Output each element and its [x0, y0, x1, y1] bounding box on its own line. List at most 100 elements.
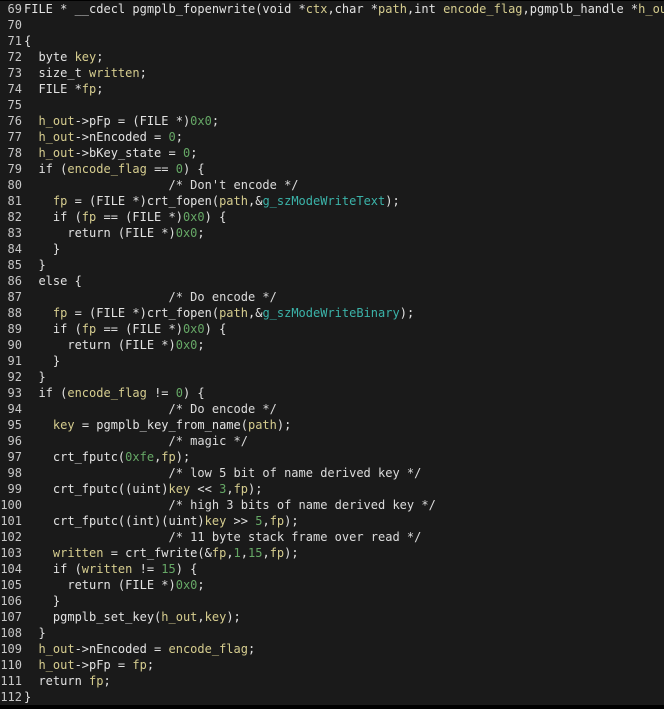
code-token-variable[interactable]: written	[53, 546, 104, 560]
code-token-number[interactable]: 0x0	[183, 322, 205, 336]
line-code[interactable]: }	[22, 625, 45, 641]
code-line[interactable]: 100 /* high 3 bits of name derived key *…	[0, 497, 664, 513]
code-token-plain[interactable]: ) {	[183, 162, 205, 176]
code-token-variable[interactable]: h_out	[38, 658, 74, 672]
code-token-plain[interactable]: );	[248, 482, 262, 496]
code-token-plain[interactable]: ) {	[205, 210, 227, 224]
code-token-plain[interactable]: return (FILE *)	[24, 338, 175, 352]
line-code[interactable]: return (FILE *)0x0;	[22, 225, 204, 241]
code-token-variable[interactable]: ctx	[306, 2, 328, 16]
code-token-plain[interactable]	[24, 546, 53, 560]
code-token-plain[interactable]: );	[226, 610, 240, 624]
code-token-plain[interactable]	[24, 130, 38, 144]
code-token-plain[interactable]: ->nEncoded =	[75, 130, 169, 144]
code-token-plain[interactable]	[24, 658, 38, 672]
code-token-variable[interactable]: h_out	[638, 2, 664, 16]
code-line[interactable]: 91 }	[0, 353, 664, 369]
code-token-plain[interactable]: pgmplb_set_key(	[24, 610, 161, 624]
code-token-plain[interactable]: ;	[103, 674, 110, 688]
code-token-plain[interactable]: return (FILE *)	[24, 226, 175, 240]
code-token-plain[interactable]: return (FILE *)	[24, 578, 175, 592]
code-token-plain[interactable]: ,pgmplb_handle *	[523, 2, 639, 16]
line-code[interactable]: }	[22, 353, 60, 369]
code-line[interactable]: 78 h_out->bKey_state = 0;	[0, 145, 664, 161]
line-code[interactable]: }	[22, 369, 45, 385]
code-token-variable[interactable]: written	[82, 562, 133, 576]
code-line[interactable]: 94 /* Do encode */	[0, 401, 664, 417]
code-line[interactable]: 93 if (encode_flag != 0) {	[0, 385, 664, 401]
code-token-comment[interactable]: /* 11 byte stack frame over read */	[24, 530, 421, 544]
code-token-comment[interactable]: /* low 5 bit of name derived key */	[24, 466, 421, 480]
line-code[interactable]: h_out->pFp = fp;	[22, 657, 154, 673]
line-code[interactable]: key = pgmplb_key_from_name(path);	[22, 417, 291, 433]
code-token-plain[interactable]: == (FILE *)	[96, 210, 182, 224]
code-token-number[interactable]: 0	[176, 386, 183, 400]
code-token-plain[interactable]: = (FILE *)crt_fopen(	[67, 306, 220, 320]
code-token-variable[interactable]: fp	[89, 674, 103, 688]
line-code[interactable]: return (FILE *)0x0;	[22, 577, 204, 593]
code-token-variable[interactable]: fp	[161, 450, 175, 464]
code-line[interactable]: 87 /* Do encode */	[0, 289, 664, 305]
line-code[interactable]: }	[22, 593, 60, 609]
code-token-variable[interactable]: encode_flag	[67, 162, 146, 176]
code-line[interactable]: 89 if (fp == (FILE *)0x0) {	[0, 321, 664, 337]
code-line[interactable]: 97 crt_fputc(0xfe,fp);	[0, 449, 664, 465]
code-token-variable[interactable]: path	[219, 306, 248, 320]
line-code[interactable]: byte key;	[22, 49, 103, 65]
code-token-variable[interactable]: fp	[82, 82, 96, 96]
line-code[interactable]	[22, 17, 24, 33]
code-token-variable[interactable]: encode_flag	[67, 386, 146, 400]
code-line[interactable]: 79 if (encode_flag == 0) {	[0, 161, 664, 177]
code-token-plain[interactable]: ,	[226, 482, 233, 496]
line-code[interactable]: if (written != 15) {	[22, 561, 198, 577]
code-line[interactable]: 107 pgmplb_set_key(h_out,key);	[0, 609, 664, 625]
code-token-variable[interactable]: key	[205, 514, 227, 528]
code-line[interactable]: 95 key = pgmplb_key_from_name(path);	[0, 417, 664, 433]
code-token-plain[interactable]: ,	[262, 514, 269, 528]
code-line[interactable]: 85 }	[0, 257, 664, 273]
code-token-plain[interactable]: ,	[262, 546, 269, 560]
code-token-plain[interactable]: ;	[96, 82, 103, 96]
code-token-plain[interactable]: ->pFp = (FILE *)	[75, 114, 191, 128]
code-token-plain[interactable]: else {	[24, 274, 81, 288]
code-token-plain[interactable]	[24, 418, 53, 432]
code-token-plain[interactable]: size_t	[24, 66, 89, 80]
line-code[interactable]: }	[22, 241, 60, 257]
code-token-plain[interactable]: == (FILE *)	[96, 322, 182, 336]
code-line[interactable]: 83 return (FILE *)0x0;	[0, 225, 664, 241]
code-token-plain[interactable]	[24, 194, 53, 208]
code-line[interactable]: 109 h_out->nEncoded = encode_flag;	[0, 641, 664, 657]
line-code[interactable]: return fp;	[22, 673, 110, 689]
code-token-variable[interactable]: path	[219, 194, 248, 208]
code-token-comment[interactable]: /* Do encode */	[24, 290, 276, 304]
code-token-global[interactable]: g_szModeWriteText	[262, 194, 385, 208]
code-line[interactable]: 77 h_out->nEncoded = 0;	[0, 129, 664, 145]
code-token-plain[interactable]: ;	[176, 130, 183, 144]
code-token-variable[interactable]: fp	[132, 658, 146, 672]
code-token-plain[interactable]: );	[385, 194, 399, 208]
code-token-variable[interactable]: key	[169, 482, 191, 496]
code-token-plain[interactable]: crt_fputc((uint)	[24, 482, 169, 496]
code-token-number[interactable]: 0x0	[190, 114, 212, 128]
code-token-variable[interactable]: fp	[270, 546, 284, 560]
code-line[interactable]: 72 byte key;	[0, 49, 664, 65]
code-token-plain[interactable]: ,&	[248, 306, 262, 320]
line-code[interactable]: }	[22, 689, 31, 705]
code-token-comment[interactable]: /* Do encode */	[24, 402, 276, 416]
line-code[interactable]: size_t written;	[22, 65, 146, 81]
code-token-variable[interactable]: encode_flag	[169, 642, 248, 656]
code-token-variable[interactable]: h_out	[38, 146, 74, 160]
code-token-plain[interactable]: ->nEncoded =	[75, 642, 169, 656]
code-token-number[interactable]: 0x0	[176, 578, 198, 592]
code-token-plain[interactable]: = (FILE *)crt_fopen(	[67, 194, 220, 208]
code-token-plain[interactable]: }	[24, 626, 45, 640]
code-token-plain[interactable]: <<	[190, 482, 219, 496]
code-token-plain[interactable]: if (	[24, 210, 82, 224]
code-token-variable[interactable]: key	[75, 50, 97, 64]
line-code[interactable]: if (encode_flag != 0) {	[22, 385, 204, 401]
code-line[interactable]: 75	[0, 97, 664, 113]
code-token-comment[interactable]: /* Don't encode */	[24, 178, 298, 192]
line-code[interactable]: fp = (FILE *)crt_fopen(path,&g_szModeWri…	[22, 193, 400, 209]
code-token-plain[interactable]: ,int	[407, 2, 443, 16]
code-token-plain[interactable]: );	[277, 418, 291, 432]
